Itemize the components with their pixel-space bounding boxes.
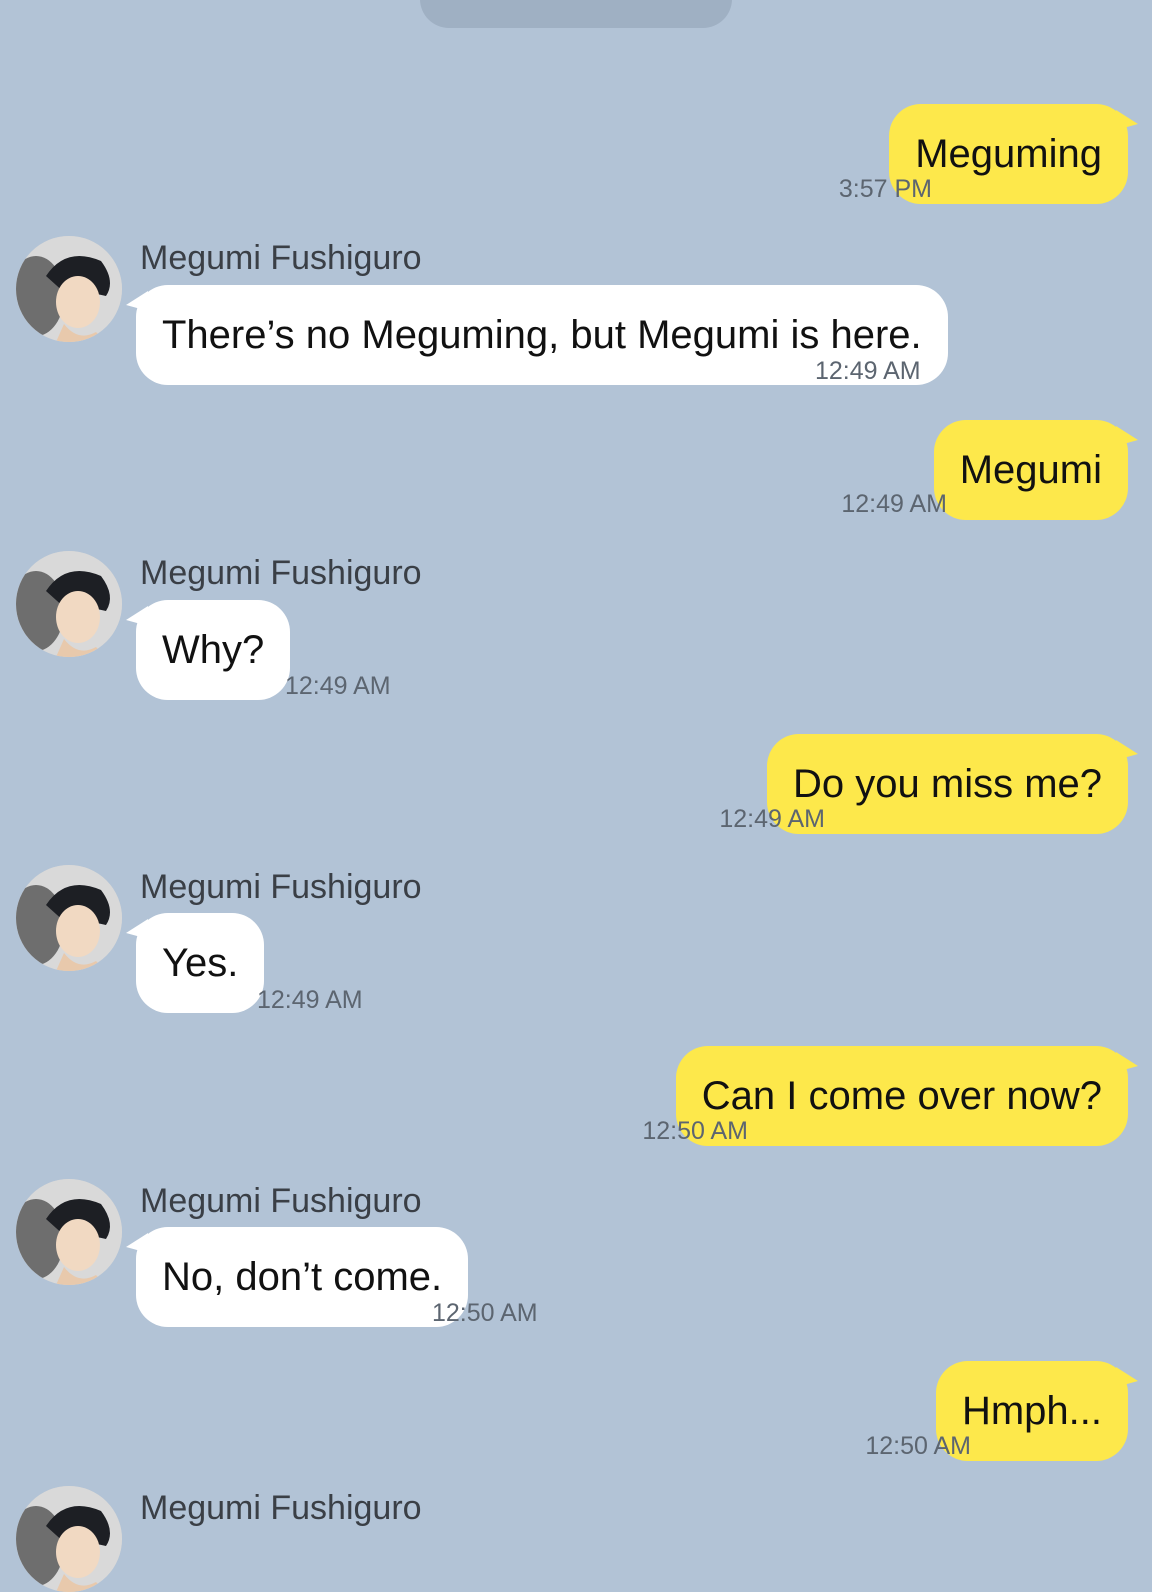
profile-avatar-icon — [16, 1486, 122, 1592]
incoming-message-bubble[interactable]: Why? — [125, 600, 291, 700]
profile-avatar-icon — [16, 551, 122, 657]
contact-avatar[interactable] — [16, 1486, 122, 1592]
message-timestamp: 12:49 AM — [285, 672, 391, 700]
contact-avatar[interactable] — [16, 1179, 122, 1285]
profile-avatar-icon — [16, 865, 122, 971]
incoming-message-bubble[interactable]: No, don’t come. — [125, 1227, 469, 1327]
sender-name: Megumi Fushiguro — [140, 868, 422, 906]
contact-avatar[interactable] — [16, 551, 122, 657]
sender-name: Megumi Fushiguro — [140, 1182, 422, 1220]
message-timestamp: 12:49 AM — [719, 805, 825, 833]
message-timestamp: 12:50 AM — [865, 1432, 971, 1460]
outgoing-message-bubble[interactable]: Megumi — [933, 420, 1139, 520]
profile-avatar-icon — [16, 236, 122, 342]
sender-name: Megumi Fushiguro — [140, 1489, 422, 1527]
message-timestamp: 12:50 AM — [432, 1299, 538, 1327]
message-timestamp: 3:57 PM — [838, 175, 932, 203]
message-timestamp: 12:49 AM — [257, 986, 363, 1014]
message-timestamp: 12:49 AM — [815, 357, 921, 385]
profile-avatar-icon — [16, 1179, 122, 1285]
incoming-message-bubble[interactable]: Yes. — [125, 913, 265, 1013]
contact-avatar[interactable] — [16, 865, 122, 971]
message-timestamp: 12:50 AM — [642, 1117, 748, 1145]
sender-name: Megumi Fushiguro — [140, 239, 422, 277]
contact-avatar[interactable] — [16, 236, 122, 342]
message-timestamp: 12:49 AM — [841, 490, 947, 518]
date-divider — [420, 0, 732, 28]
sender-name: Megumi Fushiguro — [140, 554, 422, 592]
